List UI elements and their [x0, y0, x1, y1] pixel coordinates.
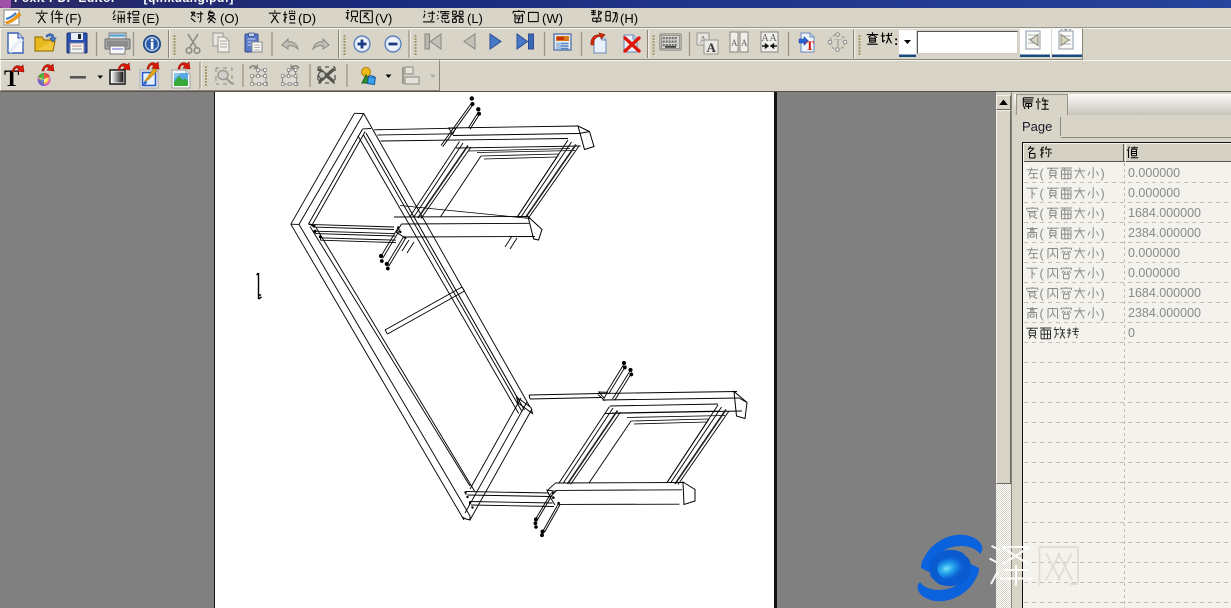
svg-text:): ) [1101, 286, 1105, 300]
svg-text:): ) [1101, 226, 1105, 240]
svg-text:(: ( [1040, 186, 1045, 200]
svg-text:(: ( [1040, 166, 1045, 180]
svg-text:): ) [1101, 186, 1105, 200]
svg-text:): ) [1101, 166, 1105, 180]
svg-text:(: ( [1040, 246, 1045, 260]
svg-text:): ) [1101, 206, 1105, 220]
svg-text:(: ( [1040, 306, 1045, 320]
svg-text:): ) [1101, 266, 1105, 280]
svg-text:(: ( [1040, 226, 1045, 240]
svg-text:): ) [1101, 246, 1105, 260]
svg-text:(: ( [1040, 266, 1045, 280]
svg-text:(: ( [1040, 206, 1045, 220]
svg-text:): ) [1101, 306, 1105, 320]
svg-text:(: ( [1040, 286, 1045, 300]
